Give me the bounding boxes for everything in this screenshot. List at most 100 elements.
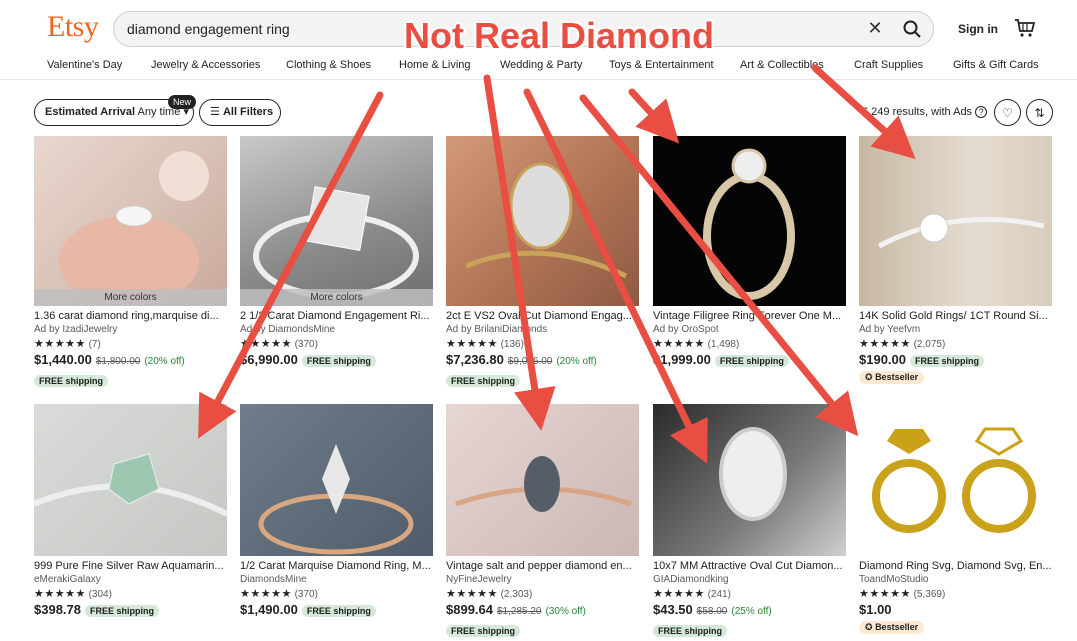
listing-image[interactable]: More colors xyxy=(240,136,433,306)
listing-title[interactable]: 1.36 carat diamond ring,marquise di... xyxy=(34,310,227,322)
listing-image[interactable] xyxy=(446,136,639,306)
free-shipping-badge: FREE shipping xyxy=(446,625,520,637)
listing-image[interactable]: More colors xyxy=(34,136,227,306)
price-row: $43.50 $58.00 (25% off) xyxy=(653,602,846,617)
clear-icon[interactable]: ✕ xyxy=(864,17,886,39)
listing-card[interactable]: 2ct E VS2 Oval Cut Diamond Engag... Ad b… xyxy=(446,136,639,389)
free-shipping-badge: FREE shipping xyxy=(714,355,789,367)
nav-gifts[interactable]: Gifts & Gift Cards xyxy=(953,59,1039,71)
search-input[interactable]: diamond engagement ring xyxy=(127,21,290,37)
price: $899.64 xyxy=(446,602,493,617)
price-row: $6,990.00 FREE shipping xyxy=(240,352,433,367)
listing-title[interactable]: 2 1/2 Carat Diamond Engagement Ri... xyxy=(240,310,433,322)
nav-art[interactable]: Art & Collectibles xyxy=(740,59,824,71)
help-icon[interactable]: ? xyxy=(975,106,988,118)
listing-rating: ★★★★★ (7) xyxy=(34,338,101,350)
listing-rating: ★★★★★ (136) xyxy=(446,338,524,350)
etsy-logo[interactable]: Etsy xyxy=(47,10,99,44)
listing-card[interactable]: 999 Pure Fine Silver Raw Aquamarin... eM… xyxy=(34,404,227,617)
stars-icon: ★★★★★ xyxy=(653,338,705,350)
annotation-title: Not Real Diamond xyxy=(404,15,715,56)
sort-button[interactable]: ⇅ xyxy=(1026,99,1053,126)
listing-card[interactable]: Diamond Ring Svg, Diamond Svg, En... Toa… xyxy=(859,404,1052,635)
cart-icon[interactable] xyxy=(1014,17,1036,39)
free-shipping-badge: FREE shipping xyxy=(301,355,376,367)
listing-rating: ★★★★★ (370) xyxy=(240,588,318,600)
all-filters-button[interactable]: ☰ All Filters xyxy=(199,99,281,126)
price-row: $398.78 FREE shipping xyxy=(34,602,227,617)
listing-image[interactable] xyxy=(446,404,639,556)
listing-seller: NyFineJewelry xyxy=(446,574,512,585)
listing-title[interactable]: 999 Pure Fine Silver Raw Aquamarin... xyxy=(34,560,227,572)
listing-card[interactable]: 10x7 MM Attractive Oval Cut Diamon... GI… xyxy=(653,404,846,639)
nav-home[interactable]: Home & Living xyxy=(399,59,471,71)
listing-image[interactable] xyxy=(240,404,433,556)
listing-title[interactable]: 2ct E VS2 Oval Cut Diamond Engag... xyxy=(446,310,639,322)
listing-seller: DiamondsMine xyxy=(240,574,307,585)
ring-outline-icon xyxy=(962,427,1036,533)
nav-wedding[interactable]: Wedding & Party xyxy=(500,59,582,71)
results-count: 6,249 results, with Ads ? xyxy=(862,106,988,118)
more-colors-label: More colors xyxy=(34,289,227,306)
signin-link[interactable]: Sign in xyxy=(958,22,998,36)
price-row: $899.64 $1,285.20 (30% off) xyxy=(446,602,639,617)
nav-craft[interactable]: Craft Supplies xyxy=(854,59,923,71)
listing-card[interactable]: 14K Solid Gold Rings/ 1CT Round Si... Ad… xyxy=(859,136,1052,385)
bestseller-badge: ✪ Bestseller xyxy=(859,371,925,384)
listing-image[interactable] xyxy=(34,404,227,556)
listing-rating: ★★★★★ (304) xyxy=(34,588,112,600)
listing-card[interactable]: 1/2 Carat Marquise Diamond Ring, M... Di… xyxy=(240,404,433,617)
listing-rating: ★★★★★ (5,369) xyxy=(859,588,946,600)
estimated-arrival-label: Estimated Arrival xyxy=(45,106,136,118)
nav-clothing[interactable]: Clothing & Shoes xyxy=(286,59,371,71)
listing-image[interactable] xyxy=(653,404,846,556)
sliders-icon: ☰ xyxy=(210,106,220,118)
nav-valentines[interactable]: Valentine's Day xyxy=(47,59,122,71)
listing-image[interactable] xyxy=(859,136,1052,306)
price: $1.00 xyxy=(859,602,892,617)
listing-title[interactable]: Vintage Filigree Ring Forever One M... xyxy=(653,310,846,322)
listing-seller: Ad by IzadiJewelry xyxy=(34,324,118,335)
stars-icon: ★★★★★ xyxy=(34,338,86,350)
price-row: $1,490.00 FREE shipping xyxy=(240,602,433,617)
price: $1,999.00 xyxy=(653,352,711,367)
free-shipping-badge: FREE shipping xyxy=(446,375,520,387)
listing-rating: ★★★★★ (2,303) xyxy=(446,588,533,600)
listing-title[interactable]: 10x7 MM Attractive Oval Cut Diamon... xyxy=(653,560,846,572)
nav-toys[interactable]: Toys & Entertainment xyxy=(609,59,714,71)
ring-icon xyxy=(872,429,946,533)
listing-rating: ★★★★★ (370) xyxy=(240,338,318,350)
stars-icon: ★★★★★ xyxy=(240,338,292,350)
free-shipping-badge: FREE shipping xyxy=(653,625,727,637)
listing-seller: Ad by OroSpot xyxy=(653,324,719,335)
price: $1,490.00 xyxy=(240,602,298,617)
listing-title[interactable]: 14K Solid Gold Rings/ 1CT Round Si... xyxy=(859,310,1052,322)
listing-seller: Ad by DiamondsMine xyxy=(240,324,336,335)
sort-icon: ⇅ xyxy=(1034,105,1045,120)
listing-title[interactable]: Diamond Ring Svg, Diamond Svg, En... xyxy=(859,560,1052,572)
old-price: $9,046.00 xyxy=(507,356,553,367)
arrow xyxy=(628,88,680,144)
listing-title[interactable]: 1/2 Carat Marquise Diamond Ring, M... xyxy=(240,560,433,572)
listing-rating: ★★★★★ (1,498) xyxy=(653,338,740,350)
search-icon xyxy=(903,20,921,38)
favorite-search-button[interactable]: ♡ xyxy=(994,99,1021,126)
listing-card[interactable]: More colors 1.36 carat diamond ring,marq… xyxy=(34,136,227,389)
free-shipping-badge: FREE shipping xyxy=(910,355,984,367)
listing-card[interactable]: Vintage Filigree Ring Forever One M... A… xyxy=(653,136,846,367)
nav-jewelry[interactable]: Jewelry & Accessories xyxy=(151,59,260,71)
search-button[interactable] xyxy=(897,15,927,43)
price-row: $1,440.00 $1,800.00 (20% off) xyxy=(34,352,227,367)
listing-seller: eMerakiGalaxy xyxy=(34,574,101,585)
price: $190.00 xyxy=(859,352,906,367)
price: $6,990.00 xyxy=(240,352,298,367)
listing-card[interactable]: More colors 2 1/2 Carat Diamond Engageme… xyxy=(240,136,433,367)
stars-icon: ★★★★★ xyxy=(446,588,498,600)
listing-image[interactable] xyxy=(859,404,1052,556)
listing-title[interactable]: Vintage salt and pepper diamond en... xyxy=(446,560,639,572)
listing-card[interactable]: Vintage salt and pepper diamond en... Ny… xyxy=(446,404,639,639)
listing-seller: Ad by BrilaniDiamonds xyxy=(446,324,548,335)
old-price: $1,800.00 xyxy=(95,356,141,367)
listing-image[interactable] xyxy=(653,136,846,306)
price-row: $7,236.80 $9,046.00 (20% off) xyxy=(446,352,639,367)
